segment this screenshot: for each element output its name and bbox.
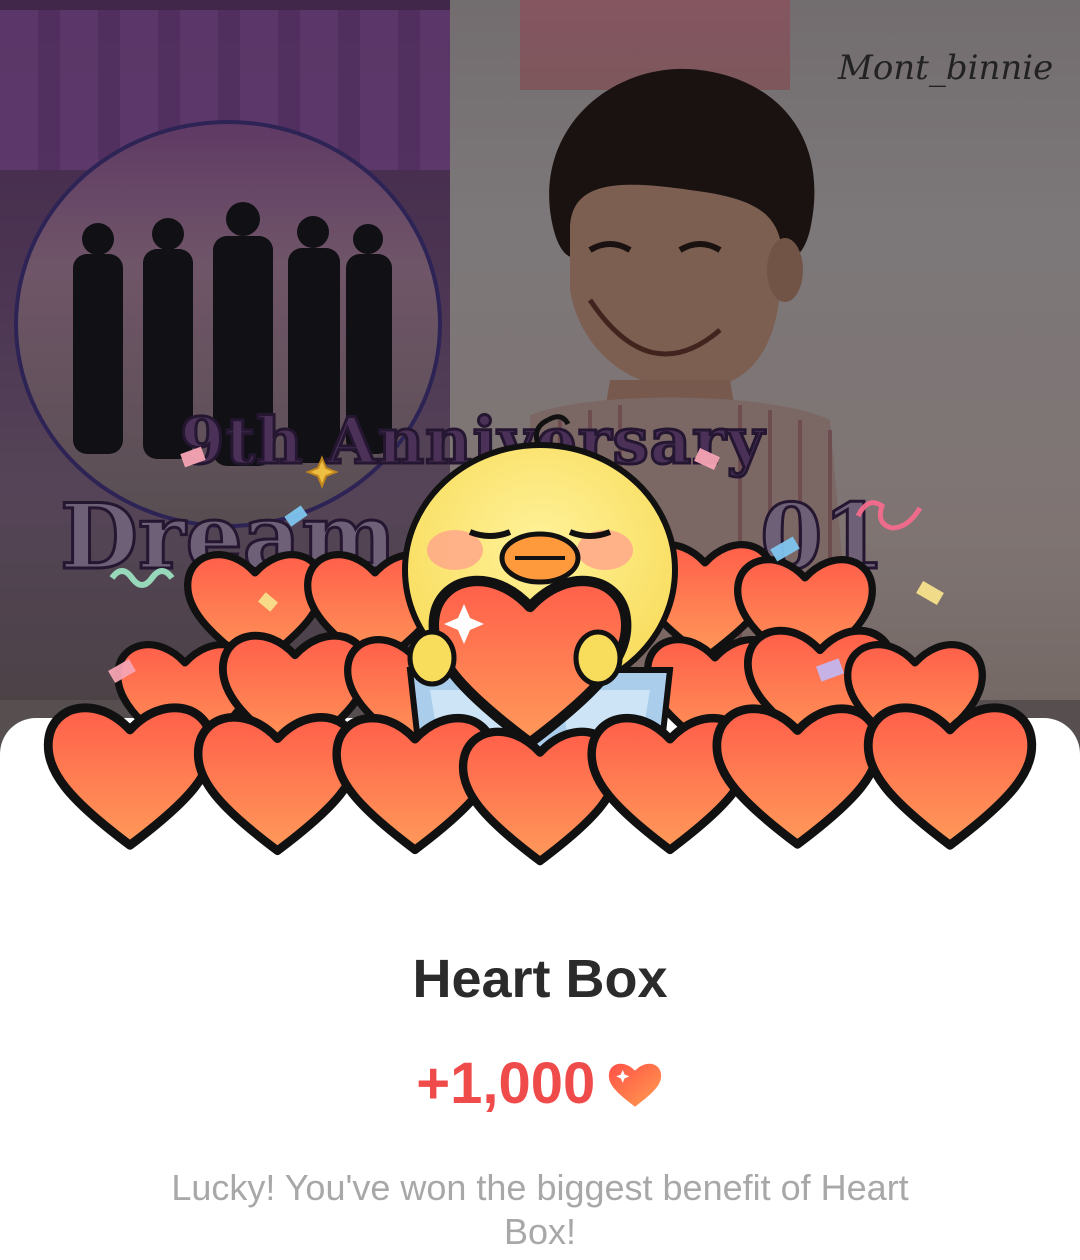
screen: Mont_binnie 9th Anniversary Dream 01 Hea… [0,0,1080,1260]
reward-amount: +1,000 [416,1051,596,1116]
heart-icon [608,1063,661,1107]
reward-illustration [0,414,1080,880]
dialog-title: Heart Box [412,949,668,1009]
reward-amount-row: +1,000 [0,1050,1080,1117]
reward-description: Lucky! You've won the biggest benefit of… [171,1167,909,1252]
